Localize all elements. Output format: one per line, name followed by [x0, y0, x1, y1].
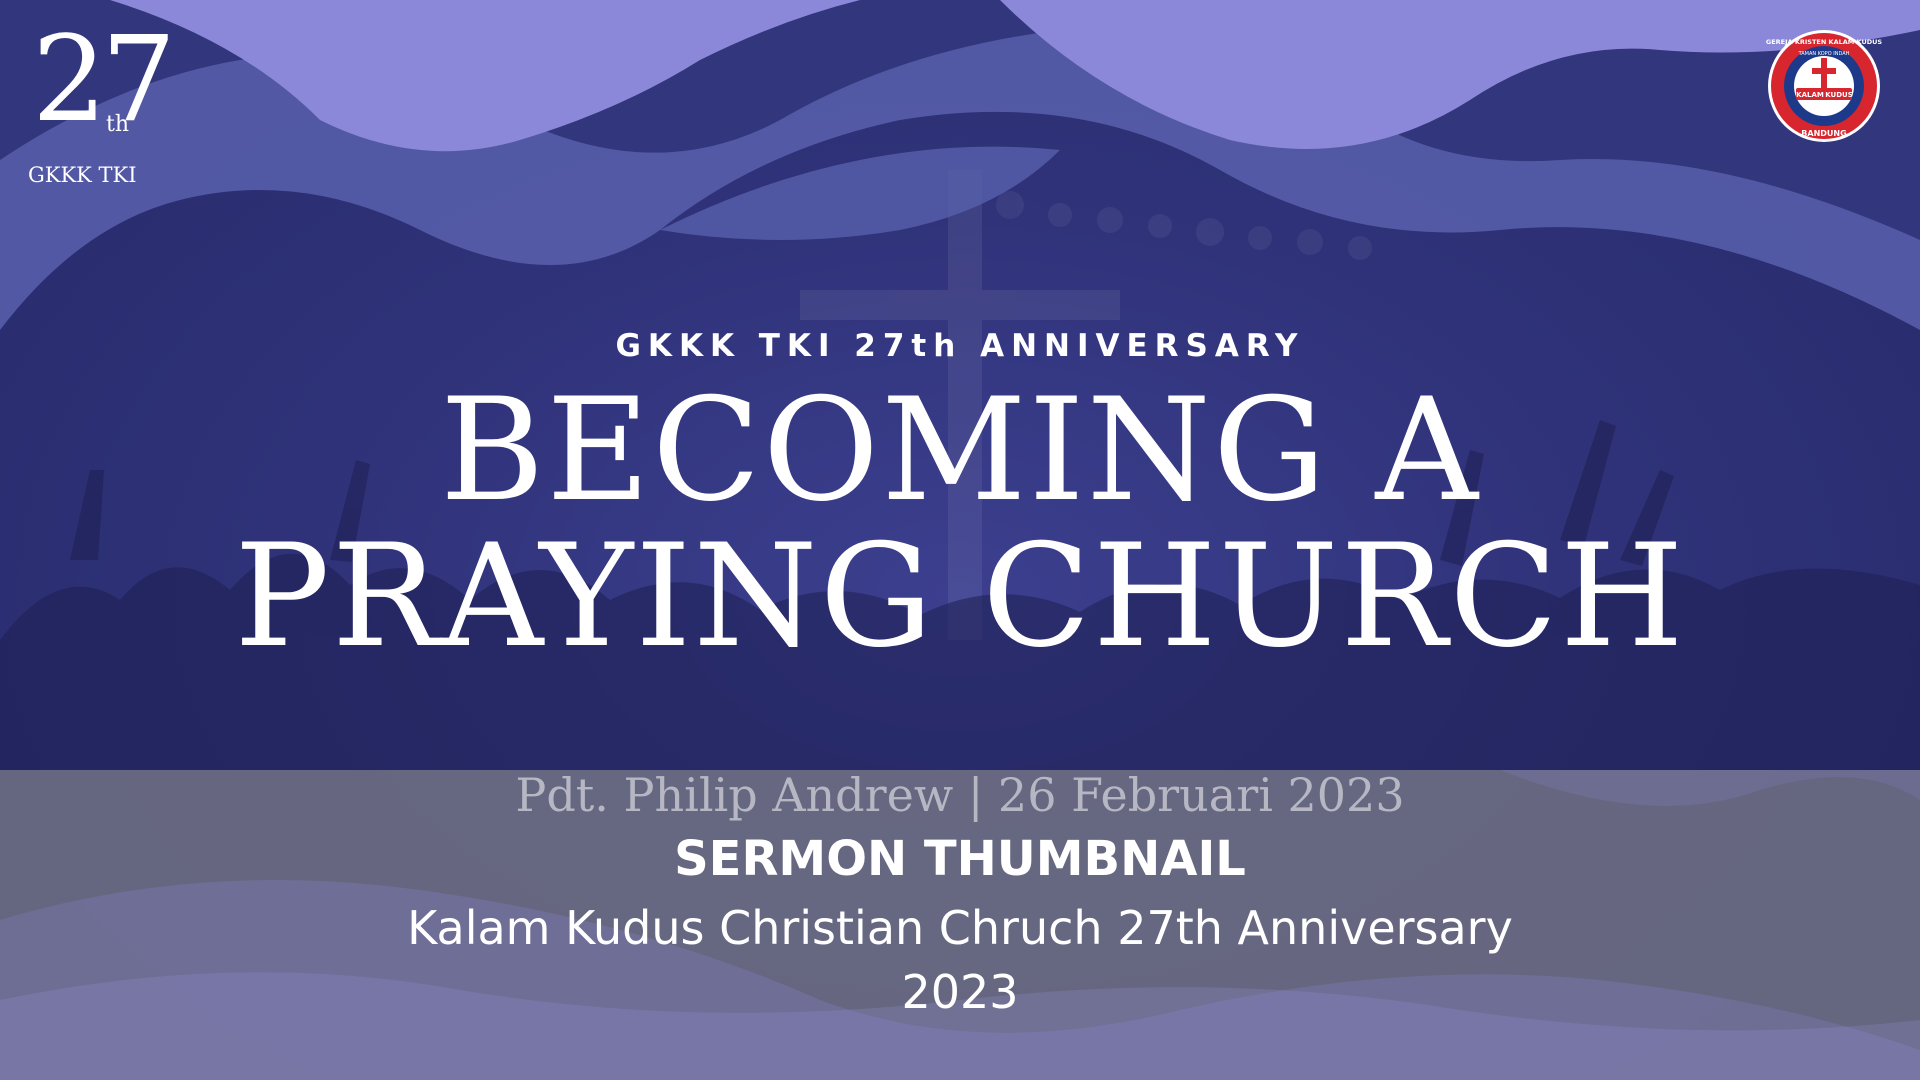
- caption-description-line2: 2023: [901, 965, 1019, 1019]
- seal-inner-text: TAMAN KOPO INDAH: [1798, 51, 1850, 57]
- caption-heading: SERMON THUMBNAIL: [674, 831, 1246, 887]
- seal-ring-text: GEREJA KRISTEN KALAM KUDUS: [1766, 38, 1882, 46]
- caption-description: Kalam Kudus Christian Chruch 27th Annive…: [0, 896, 1920, 1024]
- anniversary-org: GKKK TKI: [28, 163, 137, 187]
- anniversary-ordinal: th: [106, 112, 130, 137]
- event-subtitle: GKKK TKI 27th ANNIVERSARY: [615, 328, 1305, 364]
- seal-city: BANDUNG: [1801, 129, 1846, 138]
- seal-banner-left: KALAM: [1796, 91, 1824, 99]
- sermon-title-line2: PRAYING CHURCH: [234, 514, 1686, 679]
- sermon-title: BECOMING A PRAYING CHURCH: [0, 378, 1920, 670]
- preacher-date-byline: Pdt. Philip Andrew | 26 Februari 2023: [515, 768, 1405, 822]
- sermon-thumbnail-canvas: 27 th GKKK TKI KALAM KUDUS GEREJA KRISTE…: [0, 0, 1920, 1080]
- church-seal-icon: KALAM KUDUS GEREJA KRISTEN KALAM KUDUS T…: [1766, 30, 1882, 142]
- anniversary-number: 27: [32, 10, 176, 148]
- anniversary-logo: 27 th GKKK TKI: [28, 20, 176, 190]
- sermon-title-line1: BECOMING A: [440, 368, 1480, 533]
- seal-banner-right: KUDUS: [1825, 91, 1853, 99]
- caption-description-line1: Kalam Kudus Christian Chruch 27th Annive…: [407, 901, 1513, 955]
